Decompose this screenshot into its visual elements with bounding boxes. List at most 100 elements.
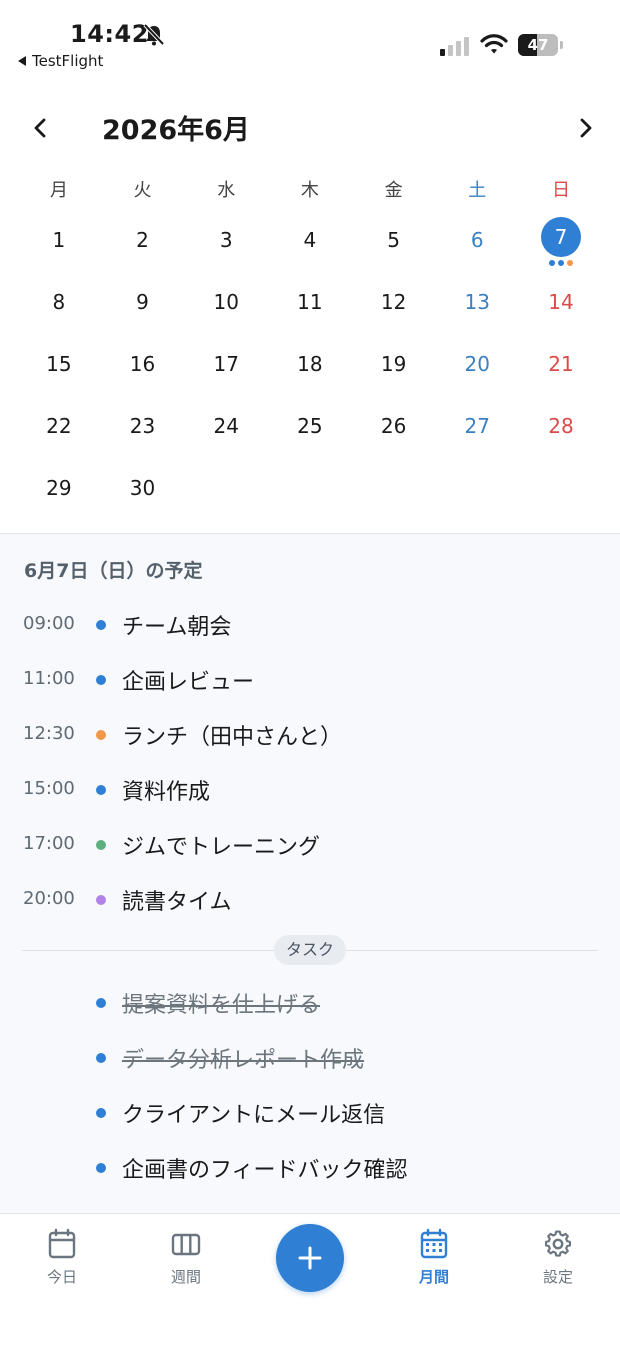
calendar-week: 22 23 24 25 26 27 28: [17, 398, 603, 460]
calendar-day[interactable]: 17: [184, 336, 268, 398]
event-color-dot: [96, 840, 106, 850]
event-item[interactable]: 20:00 読書タイム: [0, 879, 620, 919]
plus-icon: [298, 1246, 322, 1270]
calendar-day[interactable]: 21: [519, 336, 603, 398]
calendar-day[interactable]: 12: [352, 274, 436, 336]
calendar-day[interactable]: 10: [184, 274, 268, 336]
day-number: 25: [297, 414, 323, 438]
day-number: 27: [464, 414, 490, 438]
calendar-day-selected[interactable]: 7: [519, 212, 603, 274]
event-title: 資料作成: [122, 780, 211, 805]
calendar-day[interactable]: 29: [17, 460, 101, 522]
prev-month-button[interactable]: [24, 110, 56, 146]
calendar-day[interactable]: 19: [352, 336, 436, 398]
calendar-day[interactable]: 13: [435, 274, 519, 336]
day-number: 14: [548, 290, 574, 314]
day-number: 24: [213, 414, 239, 438]
day-number: 22: [46, 414, 72, 438]
calendar-day[interactable]: 2: [101, 212, 185, 274]
event-time: 17:00: [23, 833, 75, 854]
event-time: 15:00: [23, 778, 75, 799]
calendar-day[interactable]: 11: [268, 274, 352, 336]
calendar-day[interactable]: 18: [268, 336, 352, 398]
calendar-day-empty: [435, 460, 519, 522]
event-color-dot: [96, 675, 106, 685]
calendar-day[interactable]: 15: [17, 336, 101, 398]
calendar-week: 15 16 17 18 19 20 21: [17, 336, 603, 398]
event-color-dot: [96, 730, 106, 740]
task-item[interactable]: 企画書のフィードバック確認: [0, 1147, 620, 1187]
task-dot: [96, 1053, 106, 1063]
day-event-dots: [519, 260, 603, 266]
back-app-label: TestFlight: [32, 52, 104, 70]
calendar-day[interactable]: 24: [184, 398, 268, 460]
event-item[interactable]: 12:30 ランチ（田中さんと）: [0, 714, 620, 754]
calendar-day[interactable]: 6: [435, 212, 519, 274]
day-number: 6: [470, 228, 484, 252]
weekday-sun: 日: [551, 180, 570, 201]
event-time: 12:30: [23, 723, 75, 744]
tab-settings[interactable]: 設定: [513, 1228, 603, 1298]
status-time: 14:42: [70, 20, 149, 48]
event-item[interactable]: 09:00 チーム朝会: [0, 604, 620, 644]
calendar-week: 29 30: [17, 460, 603, 522]
calendar-day[interactable]: 8: [17, 274, 101, 336]
calendar-day[interactable]: 28: [519, 398, 603, 460]
tab-label: 週間: [170, 1268, 201, 1286]
day-schedule-panel: 6月7日（日）の予定 09:00 チーム朝会 11:00 企画レビュー 12:3…: [0, 533, 620, 1213]
calendar-week: 1 2 3 4 5 6 7: [17, 212, 603, 274]
back-to-app-link[interactable]: TestFlight: [18, 52, 103, 70]
task-item[interactable]: データ分析レポート作成: [0, 1037, 620, 1077]
task-item[interactable]: クライアントにメール返信: [0, 1092, 620, 1132]
next-month-button[interactable]: [570, 110, 602, 146]
chevron-right-icon: [580, 118, 592, 138]
day-number: 4: [303, 228, 317, 252]
calendar-day[interactable]: 14: [519, 274, 603, 336]
month-header: 2026年6月: [0, 100, 620, 156]
event-item[interactable]: 15:00 資料作成: [0, 769, 620, 809]
weekday-wed: 水: [217, 180, 236, 201]
calendar-month-icon: [420, 1228, 448, 1259]
weekday-tue: 火: [133, 180, 152, 201]
cellular-signal-icon: [440, 37, 469, 56]
event-item[interactable]: 11:00 企画レビュー: [0, 659, 620, 699]
calendar-day[interactable]: 4: [268, 212, 352, 274]
calendar-day-empty: [184, 460, 268, 522]
calendar-day[interactable]: 3: [184, 212, 268, 274]
event-title: 企画レビュー: [122, 670, 255, 695]
event-title: ジムでトレーニング: [122, 835, 321, 860]
calendar-day[interactable]: 20: [435, 336, 519, 398]
chevron-left-icon: [34, 118, 46, 138]
event-dot: [548, 260, 555, 266]
event-title: ランチ（田中さんと）: [122, 725, 343, 750]
day-number: 15: [46, 352, 72, 376]
calendar-day[interactable]: 25: [268, 398, 352, 460]
add-event-button[interactable]: [276, 1224, 344, 1292]
event-time: 11:00: [23, 668, 75, 689]
battery-level: 47: [527, 36, 549, 54]
tab-month[interactable]: 月間: [389, 1228, 479, 1298]
calendar-day[interactable]: 30: [101, 460, 185, 522]
day-number: 12: [380, 290, 407, 314]
calendar-day[interactable]: 1: [17, 212, 101, 274]
weekday-sat: 土: [468, 180, 487, 201]
calendar-day[interactable]: 16: [101, 336, 185, 398]
calendar-day[interactable]: 9: [101, 274, 185, 336]
tab-week[interactable]: 週間: [141, 1228, 231, 1298]
event-item[interactable]: 17:00 ジムでトレーニング: [0, 824, 620, 864]
calendar-day[interactable]: 22: [17, 398, 101, 460]
tab-today[interactable]: 今日: [17, 1228, 107, 1298]
tab-label: 月間: [418, 1268, 449, 1286]
day-number: 8: [52, 290, 66, 314]
task-title: 企画書のフィードバック確認: [122, 1158, 408, 1183]
calendar-day[interactable]: 26: [352, 398, 436, 460]
tab-label: 設定: [542, 1268, 573, 1286]
task-item[interactable]: 提案資料を仕上げる: [0, 982, 620, 1022]
calendar-day[interactable]: 23: [101, 398, 185, 460]
calendar-day[interactable]: 27: [435, 398, 519, 460]
task-section-badge: タスク: [274, 935, 346, 965]
day-number: 11: [297, 290, 323, 314]
weekday-header: 月 火 水 木 金 土 日: [17, 176, 603, 206]
calendar-day[interactable]: 5: [352, 212, 436, 274]
weekday-thu: 木: [300, 180, 319, 201]
